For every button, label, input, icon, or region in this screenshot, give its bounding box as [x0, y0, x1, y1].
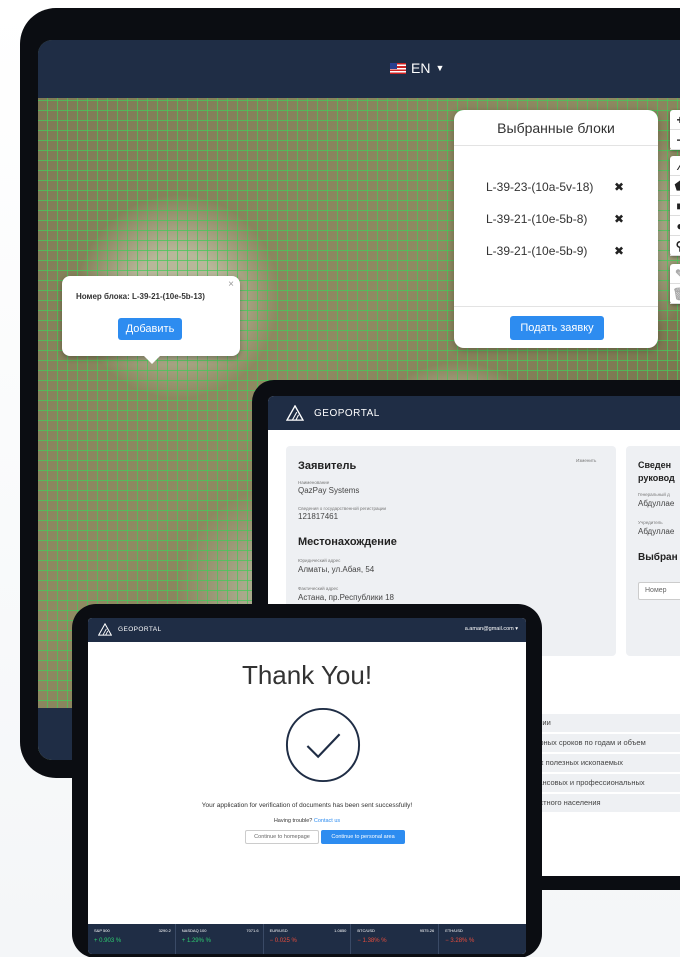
- marketing-composite: EN ▼ + − ⁄ ⬟ ■ ● ⚲ ✎ 🗑 Выбранные б: [0, 0, 680, 957]
- ticker-change: − 0.025 %: [269, 938, 297, 944]
- registration-value: 121817461: [298, 512, 339, 521]
- block-code: L-39-21-(10e-5b-9): [486, 244, 588, 258]
- draw-circle-icon[interactable]: ●: [670, 216, 680, 236]
- contact-link[interactable]: Contact us: [314, 818, 340, 824]
- director-value: Абдуллае: [638, 499, 675, 508]
- draw-polygon-icon[interactable]: ⬟: [670, 176, 680, 196]
- name-label: Наименование: [298, 480, 330, 485]
- legal-address-value: Алматы, ул.Абая, 54: [298, 565, 375, 574]
- trouble-text: Having trouble? Contact us: [88, 818, 526, 824]
- location-title: Местонахождение: [298, 536, 397, 548]
- edit-icon[interactable]: ✎: [670, 264, 680, 284]
- founder-value: Абдуллае: [638, 527, 675, 536]
- remove-block-icon[interactable]: ✖: [614, 180, 624, 194]
- ticker-value: 1.0850: [334, 928, 347, 933]
- ticker-item: ETH/USD − 3.28% %: [439, 924, 526, 954]
- ticker-change: − 3.28% %: [445, 938, 475, 944]
- block-number-select[interactable]: Номер: [638, 582, 680, 600]
- add-block-button[interactable]: Добавить: [118, 318, 182, 340]
- document-list: пании мерных сроков по годам и объем дых…: [530, 714, 680, 814]
- trash-icon[interactable]: 🗑: [670, 284, 680, 304]
- geoportal-logo-icon: [98, 623, 112, 636]
- edit-toolbar: ✎ 🗑: [670, 264, 680, 304]
- ticker-change: + 1.29% %: [181, 938, 211, 944]
- continue-homepage-button[interactable]: Continue to homepage: [245, 830, 319, 844]
- close-icon[interactable]: ×: [228, 279, 234, 290]
- zoom-control: + −: [670, 110, 680, 150]
- management-card: Сведен руковод Генеральный д Абдуллае Уч…: [626, 446, 680, 656]
- ticker-change: − 1.38% %: [357, 938, 387, 944]
- user-menu[interactable]: a.aman@gmail.com ▾: [465, 626, 518, 632]
- draw-rectangle-icon[interactable]: ■: [670, 196, 680, 216]
- language-selector[interactable]: EN ▼: [390, 60, 444, 76]
- ticker-value: 3290.2: [158, 928, 171, 933]
- draw-toolbar: ⁄ ⬟ ■ ● ⚲: [670, 156, 680, 256]
- thank-you-header: GEOPORTAL a.aman@gmail.com ▾: [88, 618, 526, 642]
- continue-personal-area-button[interactable]: Continue to personal area: [321, 830, 405, 844]
- actual-address-value: Астана, пр.Республики 18: [298, 593, 394, 602]
- success-check-icon: [285, 707, 361, 783]
- selected-blocks-title: Выбранные блоки: [454, 110, 658, 146]
- list-item[interactable]: местного населения: [530, 794, 680, 812]
- legal-address-label: Юридический адрес: [298, 558, 341, 563]
- list-item[interactable]: инансовых и профессиональных: [530, 774, 680, 792]
- ticker-change: + 0.903 %: [94, 938, 122, 944]
- change-link[interactable]: Изменить: [576, 458, 596, 463]
- management-title-1: Сведен: [638, 460, 672, 470]
- list-item[interactable]: пании: [530, 714, 680, 732]
- zoom-out-button[interactable]: −: [670, 130, 680, 150]
- trouble-label: Having trouble?: [273, 818, 314, 824]
- registration-label: Сведения о государственной регистрации: [298, 506, 387, 511]
- popup-block-number: Номер блока: L-39-21-(10e-5b-13): [76, 292, 205, 301]
- actual-address-label: Фактический адрес: [298, 586, 339, 591]
- name-value: QazPay Systems: [298, 486, 360, 495]
- draw-marker-icon[interactable]: ⚲: [670, 236, 680, 256]
- draw-line-icon[interactable]: ⁄: [670, 156, 680, 176]
- list-item[interactable]: дых полезных ископаемых: [530, 754, 680, 772]
- geoportal-header: GEOPORTAL: [268, 396, 680, 430]
- thank-you-heading: Thank You!: [241, 660, 373, 690]
- remove-block-icon[interactable]: ✖: [614, 212, 624, 226]
- us-flag-icon: [390, 62, 406, 74]
- success-message: Your application for verification of doc…: [201, 802, 413, 809]
- chevron-down-icon: ▼: [435, 63, 445, 73]
- ticker-item: S&P 500 3290.2 + 0.903 %: [88, 924, 176, 954]
- ticker-value: 9575.26: [419, 928, 435, 933]
- ticker-name: ETH/USD: [445, 928, 463, 933]
- block-code: L-39-21-(10e-5b-8): [486, 212, 588, 226]
- applicant-title: Заявитель: [298, 460, 357, 472]
- zoom-in-button[interactable]: +: [670, 110, 680, 130]
- remove-block-icon[interactable]: ✖: [614, 244, 624, 258]
- selected-blocks-panel: Выбранные блоки L-39-23-(10a-5v-18) ✖ L-…: [454, 110, 658, 348]
- submit-application-button[interactable]: Подать заявку: [510, 316, 604, 340]
- management-title-2: руковод: [638, 473, 675, 483]
- list-item[interactable]: мерных сроков по годам и объем: [530, 734, 680, 752]
- front-tablet: GEOPORTAL a.aman@gmail.com ▾ Thank You! …: [72, 604, 542, 957]
- language-label: EN: [411, 60, 431, 76]
- ticker-item: NASDAQ 100 7071.6 + 1.29% %: [176, 924, 264, 954]
- popup-pointer: [144, 356, 160, 364]
- map-header: EN ▼: [38, 40, 680, 98]
- ticker-item: BTC/USD 9575.26 − 1.38% %: [351, 924, 440, 954]
- block-popup: × Номер блока: L-39-21-(10e-5b-13) Добав…: [62, 276, 240, 364]
- selected-blocks-footer: Подать заявку: [454, 306, 658, 348]
- director-label: Генеральный д: [638, 492, 670, 497]
- market-ticker: S&P 500 3290.2 + 0.903 % NASDAQ 100 7071…: [88, 924, 526, 954]
- selected-title: Выбран: [638, 552, 678, 563]
- thank-you-screen: GEOPORTAL a.aman@gmail.com ▾ Thank You! …: [88, 618, 526, 954]
- ticker-value: 7071.6: [246, 928, 259, 933]
- block-code: L-39-23-(10a-5v-18): [486, 180, 594, 194]
- ticker-item: EUR/USD 1.0850 − 0.025 %: [264, 924, 352, 954]
- founder-label: Учредитель: [638, 520, 663, 525]
- geoportal-logo-icon: [286, 405, 304, 421]
- brand-name: GEOPORTAL: [314, 408, 380, 419]
- brand-name: GEOPORTAL: [118, 626, 162, 633]
